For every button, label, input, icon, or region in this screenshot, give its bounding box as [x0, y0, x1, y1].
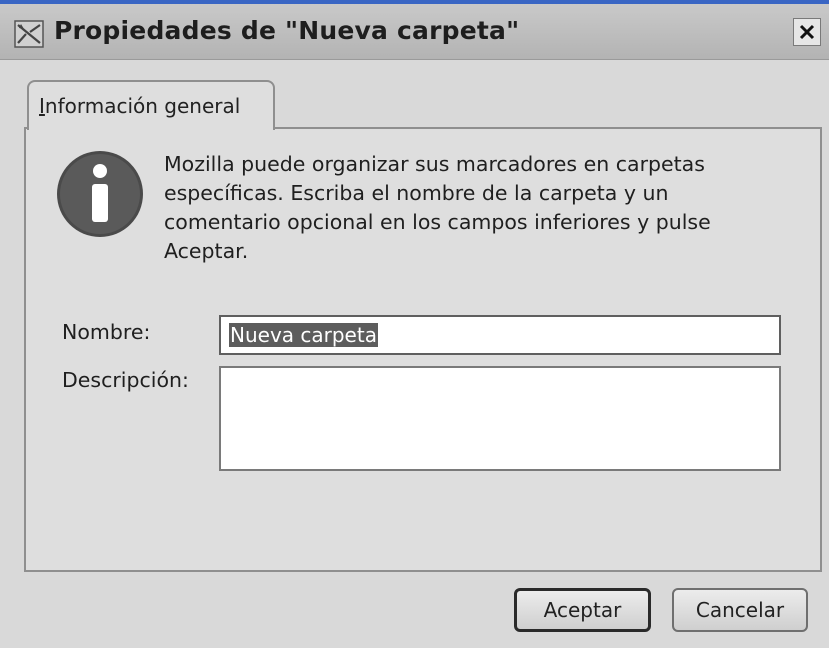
- window-title: Propiedades de "Nueva carpeta": [54, 16, 520, 45]
- tab-general-info[interactable]: Información general: [27, 80, 275, 130]
- name-label: Nombre:: [62, 320, 151, 344]
- close-button[interactable]: [793, 18, 821, 46]
- tab-general-info-label: Información general: [39, 94, 241, 118]
- app-icon: [14, 20, 44, 48]
- ok-button[interactable]: Aceptar: [514, 588, 651, 632]
- close-icon: [794, 19, 820, 45]
- info-message: Mozilla puede organizar sus marcadores e…: [164, 152, 711, 263]
- description-input[interactable]: [219, 366, 781, 471]
- info-icon: [56, 150, 144, 238]
- cancel-button[interactable]: Cancelar: [672, 588, 808, 632]
- title-bar[interactable]: Propiedades de "Nueva carpeta": [0, 4, 829, 60]
- properties-dialog: Propiedades de "Nueva carpeta" Informaci…: [0, 0, 829, 648]
- name-input-value: Nueva carpeta: [229, 323, 378, 347]
- description-label: Descripción:: [62, 368, 189, 392]
- name-input[interactable]: Nueva carpeta: [219, 315, 781, 355]
